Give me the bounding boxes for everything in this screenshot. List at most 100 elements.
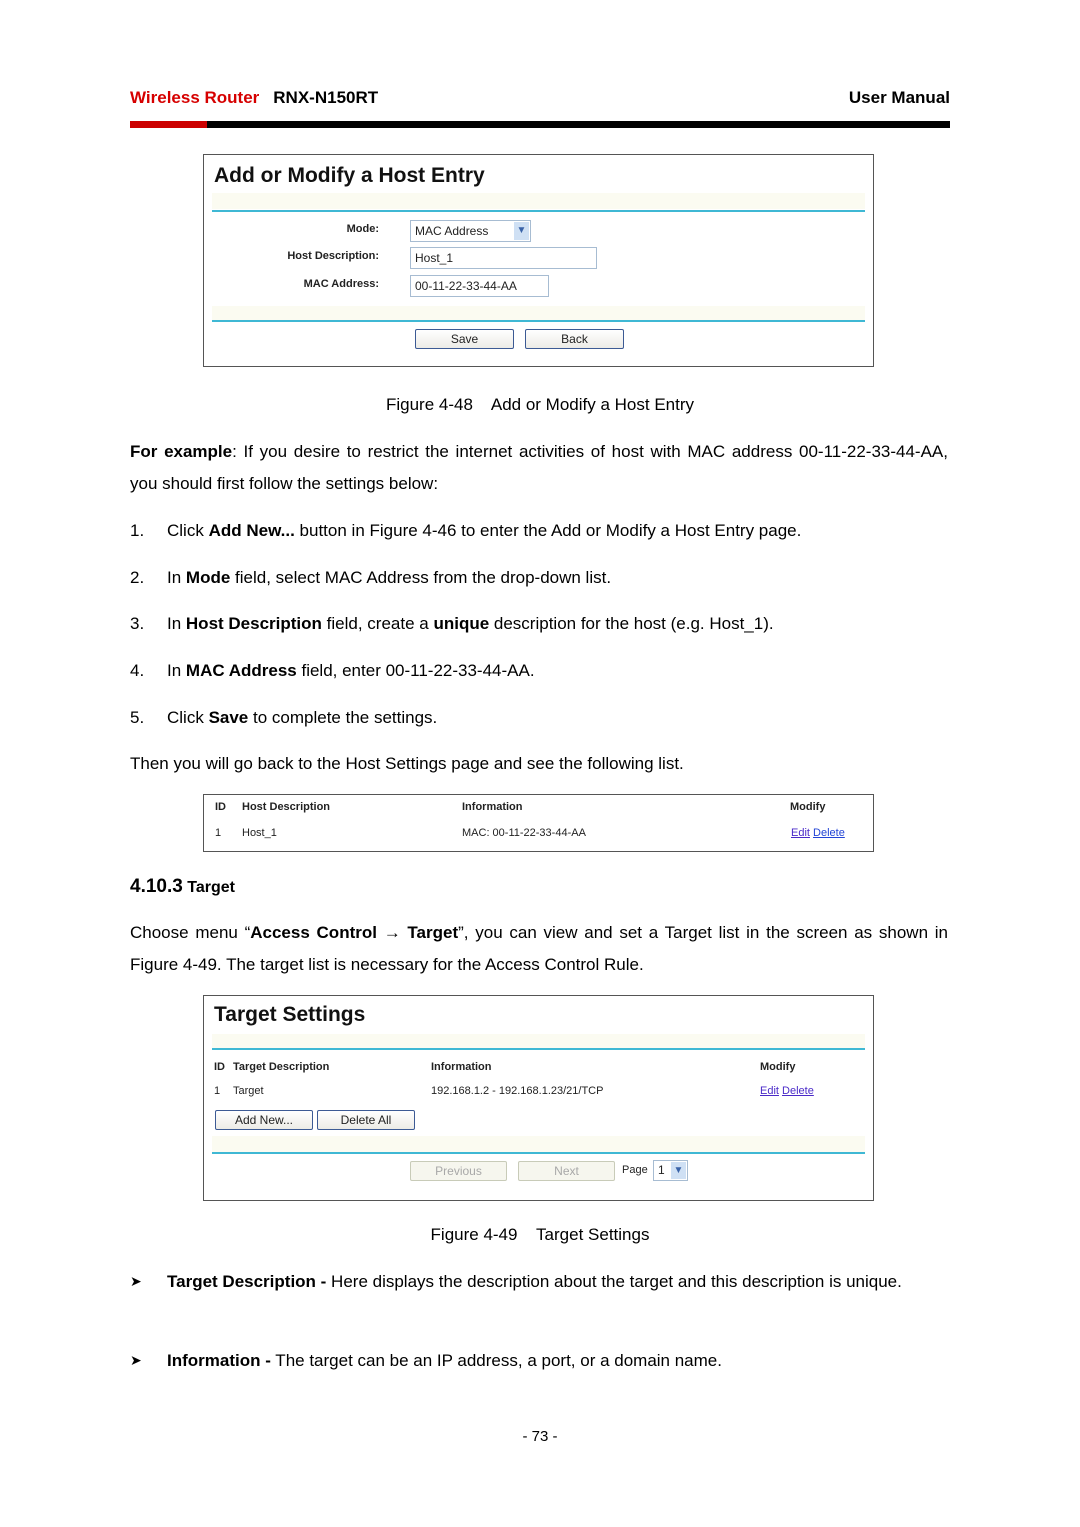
intro-lead: For example (130, 442, 233, 461)
divider (212, 320, 865, 322)
divider (212, 1152, 865, 1154)
host-entry-screenshot: Add or Modify a Host Entry Mode: MAC Add… (203, 154, 874, 367)
delete-all-button[interactable]: Delete All (317, 1110, 415, 1130)
arrow-bullet-icon: ➤ (130, 1273, 142, 1289)
step-fragment: to complete the settings. (248, 708, 438, 727)
delete-link[interactable]: Delete (782, 1085, 814, 1097)
step-fragment: field, create a (321, 614, 434, 633)
step-keyword: Add New... (208, 521, 295, 540)
title-band (212, 1034, 865, 1048)
step-fragment: field, select MAC Address from the drop-… (230, 568, 612, 587)
footer-band (212, 306, 865, 320)
row-modify: Edit Delete (760, 1085, 814, 1097)
step-number: 5. (130, 708, 145, 727)
step-fragment: Click (167, 708, 209, 727)
save-button[interactable]: Save (415, 329, 514, 349)
row-description: Host_1 (242, 827, 277, 839)
step-keyword: MAC Address (185, 661, 297, 680)
edit-link[interactable]: Edit (760, 1085, 779, 1097)
menu-path: Access Control → Target (250, 923, 459, 942)
step-fragment: Click (167, 521, 209, 540)
delete-link[interactable]: Delete (813, 827, 845, 839)
row-information: MAC: 00-11-22-33-44-AA (462, 827, 586, 839)
col-header-information: Information (431, 1061, 492, 1073)
target-settings-title: Target Settings (214, 1003, 366, 1026)
mode-select[interactable]: MAC Address ▼ (410, 220, 531, 242)
figure-caption: Figure 4-49 Target Settings (430, 1225, 650, 1244)
step-fragment: In (167, 661, 186, 680)
bullet-target-description: Target Description - Here displays the d… (167, 1266, 948, 1298)
step-text: In MAC Address field, enter 00-11-22-33-… (167, 661, 535, 681)
section-heading: 4.10.3 Target (130, 876, 235, 898)
page-number: - 73 - (522, 1428, 558, 1445)
row-id: 1 (215, 827, 222, 839)
back-button[interactable]: Back (525, 329, 624, 349)
next-button[interactable]: Next (518, 1161, 615, 1181)
section-title: Target (187, 879, 235, 896)
col-header-id: ID (215, 801, 226, 813)
mac-address-label: MAC Address: (303, 278, 379, 290)
divider (212, 210, 865, 212)
intro-paragraph: For example: If you desire to restrict t… (130, 436, 948, 500)
step-number: 3. (130, 614, 145, 633)
host-description-input[interactable]: Host_1 (410, 247, 597, 269)
col-header-modify: Modify (790, 801, 826, 813)
mac-address-input[interactable]: 00-11-22-33-44-AA (410, 275, 549, 297)
edit-link[interactable]: Edit (791, 827, 810, 839)
step-text: In Host Description field, create a uniq… (167, 614, 774, 634)
col-header-description: Host Description (242, 801, 331, 813)
step-keyword: unique (433, 614, 490, 633)
bullet-information: Information - The target can be an IP ad… (167, 1351, 722, 1371)
header-rule (130, 121, 950, 128)
bullet-text: The target can be an IP address, a port,… (270, 1351, 722, 1370)
step-number: 2. (130, 568, 145, 587)
host-description-label: Host Description: (287, 250, 379, 262)
chevron-down-icon: ▼ (514, 222, 529, 240)
bullet-text: Here displays the description about the … (326, 1272, 902, 1291)
col-header-id: ID (214, 1061, 225, 1073)
model-name: RNX-N150RT (273, 88, 379, 107)
step-fragment: description for the host (e.g. Host_1). (489, 614, 774, 633)
row-information: 192.168.1.2 - 192.168.1.23/21/TCP (431, 1085, 604, 1097)
mode-label: Mode: (346, 223, 379, 235)
step-text: In Mode field, select MAC Address from t… (167, 568, 611, 588)
page-header: Wireless Router RNX-N150RT User Manual (130, 88, 950, 110)
step-fragment: field, enter 00-11-22-33-44-AA. (296, 661, 535, 680)
para-text: Choose menu “ (130, 923, 251, 942)
previous-button[interactable]: Previous (410, 1161, 507, 1181)
then-text: Then you will go back to the Host Settin… (130, 754, 684, 773)
step-fragment: In (167, 568, 186, 587)
row-modify: Edit Delete (791, 827, 845, 839)
host-list-screenshot: ID Host Description Information Modify 1… (203, 794, 874, 852)
step-number: 1. (130, 521, 145, 540)
row-id: 1 (214, 1085, 221, 1097)
bullet-term: Information - (167, 1351, 271, 1370)
section-number: 4.10.3 (130, 876, 183, 897)
page-select[interactable]: 1 ▼ (653, 1160, 688, 1181)
step-keyword: Host Description (185, 614, 322, 633)
add-new-button[interactable]: Add New... (215, 1110, 313, 1130)
col-header-description: Target Description (233, 1061, 330, 1073)
bullet-term: Target Description - (167, 1272, 327, 1291)
arrow-bullet-icon: ➤ (130, 1352, 142, 1368)
col-header-modify: Modify (760, 1061, 796, 1073)
col-header-information: Information (462, 801, 523, 813)
header-rule-accent (130, 121, 207, 128)
mode-value: MAC Address (415, 224, 489, 238)
intro-text: : If you desire to restrict the internet… (130, 442, 948, 493)
host-entry-title: Add or Modify a Host Entry (214, 164, 485, 187)
step-keyword: Mode (185, 568, 231, 587)
target-settings-screenshot: Target Settings ID Target Description In… (203, 995, 874, 1201)
brand-name: Wireless Router (130, 88, 260, 107)
divider (212, 1048, 865, 1050)
row-description: Target (233, 1085, 264, 1097)
section-paragraph: Choose menu “Access Control → Target”, y… (130, 917, 948, 981)
step-text: Click Add New... button in Figure 4-46 t… (167, 521, 801, 541)
chevron-down-icon: ▼ (671, 1162, 686, 1179)
step-number: 4. (130, 661, 145, 680)
page-value: 1 (658, 1163, 665, 1177)
step-fragment: button in Figure 4-46 to enter the Add o… (294, 521, 802, 540)
title-band (212, 193, 865, 209)
step-keyword: Save (208, 708, 249, 727)
doc-type: User Manual (848, 88, 950, 107)
